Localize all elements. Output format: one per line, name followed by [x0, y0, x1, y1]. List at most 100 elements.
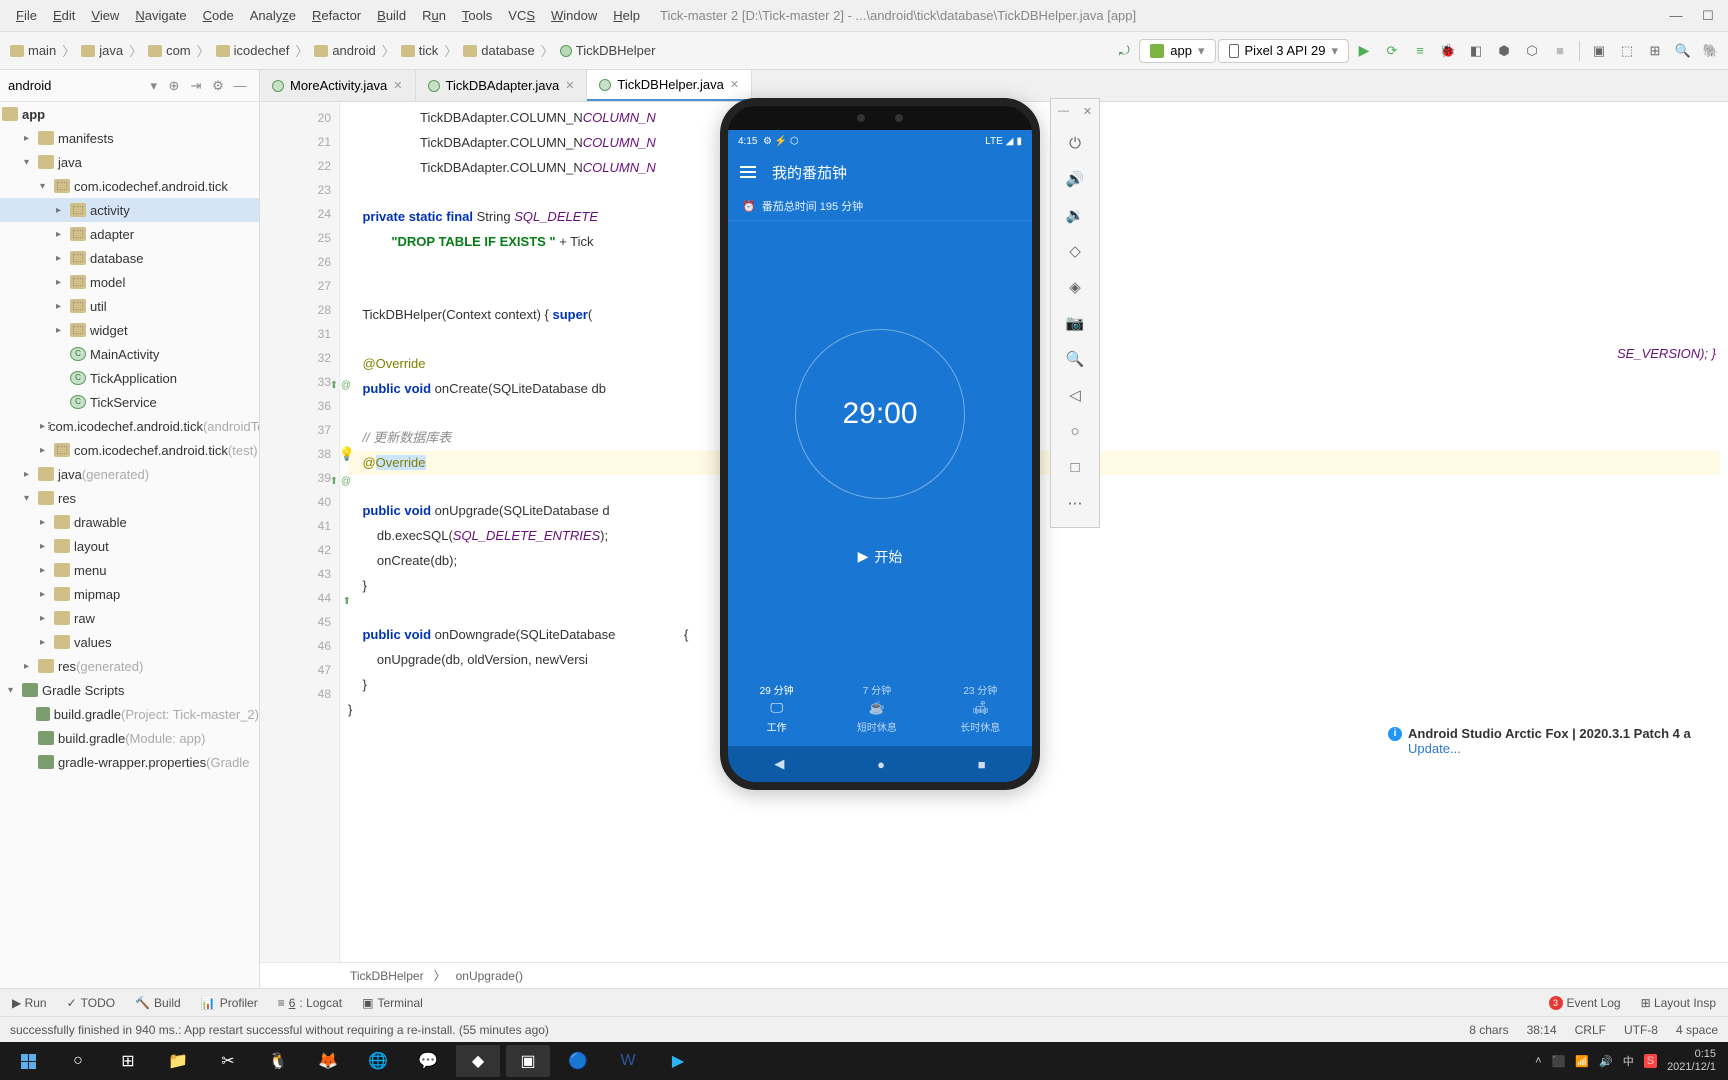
breadcrumb-main[interactable]: main — [4, 41, 62, 60]
player-icon[interactable]: ▶ — [656, 1045, 700, 1077]
tree-item-mipmap[interactable]: ▸mipmap — [0, 582, 259, 606]
settings-icon[interactable]: ⚙ — [207, 78, 229, 94]
taskbar-clock[interactable]: 0:152021/12/1 — [1667, 1048, 1716, 1074]
sogou-icon[interactable]: S — [1644, 1054, 1657, 1068]
toolwin-LayoutInsp[interactable]: ⊞ Layout Insp — [1633, 994, 1724, 1012]
tree-item-raw[interactable]: ▸raw — [0, 606, 259, 630]
hamburger-icon[interactable] — [740, 166, 756, 178]
tree-item-com-icodechef-android-tick[interactable]: ▸com.icodechef.android.tick (androidTest… — [0, 414, 259, 438]
word-icon[interactable]: W — [606, 1045, 650, 1077]
wifi-icon[interactable]: 📶 — [1575, 1055, 1589, 1068]
apply-changes-button[interactable]: ⟳ — [1379, 38, 1405, 64]
android-studio-icon[interactable]: ◆ — [456, 1045, 500, 1077]
sync-icon[interactable]: ⤾ — [1111, 38, 1137, 64]
tree-item-com-icodechef-android-tick[interactable]: ▸com.icodechef.android.tick (test) — [0, 438, 259, 462]
avd-button[interactable]: ▣ — [1586, 38, 1612, 64]
volume-down-icon[interactable]: 🔉 — [1051, 197, 1099, 233]
emu-back-icon[interactable]: ◁ — [1051, 377, 1099, 413]
tree-item-database[interactable]: ▸database — [0, 246, 259, 270]
tree-item-TickApplication[interactable]: CTickApplication — [0, 366, 259, 390]
start-button[interactable]: ▶ 开始 — [858, 547, 903, 567]
volume-up-icon[interactable]: 🔊 — [1051, 161, 1099, 197]
editor-breadcrumb[interactable]: TickDBHelper〉onUpgrade() — [260, 962, 1728, 988]
status-eol[interactable]: CRLF — [1575, 1023, 1606, 1037]
resource-manager-button[interactable]: 🔍 — [1670, 38, 1696, 64]
timer-display[interactable]: 29:00 — [795, 329, 965, 499]
menu-edit[interactable]: Edit — [45, 4, 83, 27]
tencent-icon[interactable]: 🔵 — [556, 1045, 600, 1077]
nav-item-1[interactable]: 7 分钟☕短时休息 — [857, 682, 897, 734]
snip-icon[interactable]: ✂ — [206, 1045, 250, 1077]
breadcrumb-icodechef[interactable]: icodechef — [210, 41, 296, 60]
close-icon[interactable]: ✕ — [393, 79, 402, 92]
profiler-button[interactable]: ◧ — [1463, 38, 1489, 64]
emu-home-icon[interactable]: ○ — [1051, 413, 1099, 449]
tab-TickDBAdapter.java[interactable]: TickDBAdapter.java✕ — [416, 70, 588, 101]
run-config-selector[interactable]: app ▾ — [1139, 39, 1215, 63]
attach-debugger-button[interactable]: ⬡ — [1519, 38, 1545, 64]
tree-item-res[interactable]: ▸res (generated) — [0, 654, 259, 678]
toolwin-Run[interactable]: ▶ Run — [4, 994, 55, 1012]
start-button-win[interactable] — [6, 1045, 50, 1077]
menu-help[interactable]: Help — [605, 4, 648, 27]
menu-analyze[interactable]: Analyze — [242, 4, 304, 27]
qq-icon[interactable]: 🐧 — [256, 1045, 300, 1077]
breadcrumb-database[interactable]: database — [457, 41, 541, 60]
tree-item-adapter[interactable]: ▸adapter — [0, 222, 259, 246]
toolwin-TODO[interactable]: ✓ TODO — [59, 994, 124, 1012]
notification-balloon[interactable]: iAndroid Studio Arctic Fox | 2020.3.1 Pa… — [1388, 726, 1718, 756]
breadcrumb-android[interactable]: android — [308, 41, 381, 60]
editor-gutter[interactable]: 202122232425262728313233⬆ @363738💡39⬆ @4… — [260, 102, 340, 962]
emu-min-icon[interactable]: — — [1058, 105, 1069, 125]
emu-overview-icon[interactable]: □ — [1051, 449, 1099, 485]
ime-indicator[interactable]: 中 — [1623, 1053, 1634, 1069]
back-button[interactable]: ◀ — [774, 756, 784, 772]
emulator-window[interactable]: 4:15 ⚙ ⚡ ⬡ LTE◢▮ 我的番茄钟 ⏰ 番茄总时间 195 分钟 29… — [720, 98, 1040, 790]
rotate-right-icon[interactable]: ◈ — [1051, 269, 1099, 305]
explorer-icon[interactable]: 📁 — [156, 1045, 200, 1077]
tree-item-model[interactable]: ▸model — [0, 270, 259, 294]
tab-MoreActivity.java[interactable]: MoreActivity.java✕ — [260, 70, 416, 101]
cortana-icon[interactable]: ○ — [56, 1045, 100, 1077]
stop-button[interactable]: ■ — [1547, 38, 1573, 64]
project-view-selector[interactable]: android — [8, 78, 150, 93]
emu-close-icon[interactable]: ✕ — [1083, 105, 1092, 125]
layout-inspector-button[interactable]: ⊞ — [1642, 38, 1668, 64]
close-icon[interactable]: ✕ — [730, 78, 739, 91]
menu-run[interactable]: Run — [414, 4, 454, 27]
sdk-button[interactable]: ⬚ — [1614, 38, 1640, 64]
tree-item-layout[interactable]: ▸layout — [0, 534, 259, 558]
emu-more-icon[interactable]: ⋯ — [1051, 485, 1099, 521]
menu-code[interactable]: Code — [195, 4, 242, 27]
apply-code-button[interactable]: ≡ — [1407, 38, 1433, 64]
menu-view[interactable]: View — [83, 4, 127, 27]
tree-item-build-gradle[interactable]: build.gradle (Project: Tick-master_2) — [0, 702, 259, 726]
breadcrumb-TickDBHelper[interactable]: TickDBHelper — [554, 41, 662, 60]
toolwin-6Logcat[interactable]: ≡ 6: Logcat — [270, 994, 350, 1012]
tree-item-java[interactable]: ▾java — [0, 150, 259, 174]
menu-tools[interactable]: Tools — [454, 4, 500, 27]
tree-item-Gradle Scripts[interactable]: ▾Gradle Scripts — [0, 678, 259, 702]
menu-navigate[interactable]: Navigate — [127, 4, 194, 27]
coverage-button[interactable]: ⬢ — [1491, 38, 1517, 64]
system-tray[interactable]: ˄ ⬛ 📶 🔊 中 S 0:152021/12/1 — [1535, 1048, 1722, 1074]
status-encoding[interactable]: UTF-8 — [1624, 1023, 1658, 1037]
breadcrumb-java[interactable]: java — [75, 41, 129, 60]
tree-item-menu[interactable]: ▸menu — [0, 558, 259, 582]
menu-build[interactable]: Build — [369, 4, 414, 27]
close-icon[interactable]: ✕ — [565, 79, 574, 92]
home-button[interactable]: ● — [877, 757, 885, 772]
toolwin-Build[interactable]: 🔨 Build — [127, 994, 189, 1012]
status-pos[interactable]: 38:14 — [1527, 1023, 1557, 1037]
maximize-button[interactable]: ☐ — [1696, 8, 1720, 24]
tree-root[interactable]: app — [0, 102, 259, 126]
menu-refactor[interactable]: Refactor — [304, 4, 369, 27]
app-screen[interactable]: 4:15 ⚙ ⚡ ⬡ LTE◢▮ 我的番茄钟 ⏰ 番茄总时间 195 分钟 29… — [728, 130, 1032, 782]
zoom-icon[interactable]: 🔍 — [1051, 341, 1099, 377]
taskview-icon[interactable]: ⊞ — [106, 1045, 150, 1077]
rotate-left-icon[interactable]: ◇ — [1051, 233, 1099, 269]
nav-item-2[interactable]: 23 分钟🛋长时休息 — [960, 682, 1000, 734]
menu-file[interactable]: FFileile — [8, 4, 45, 27]
update-link[interactable]: Update... — [1408, 741, 1718, 756]
tray-app-icon[interactable]: ⬛ — [1552, 1055, 1566, 1068]
